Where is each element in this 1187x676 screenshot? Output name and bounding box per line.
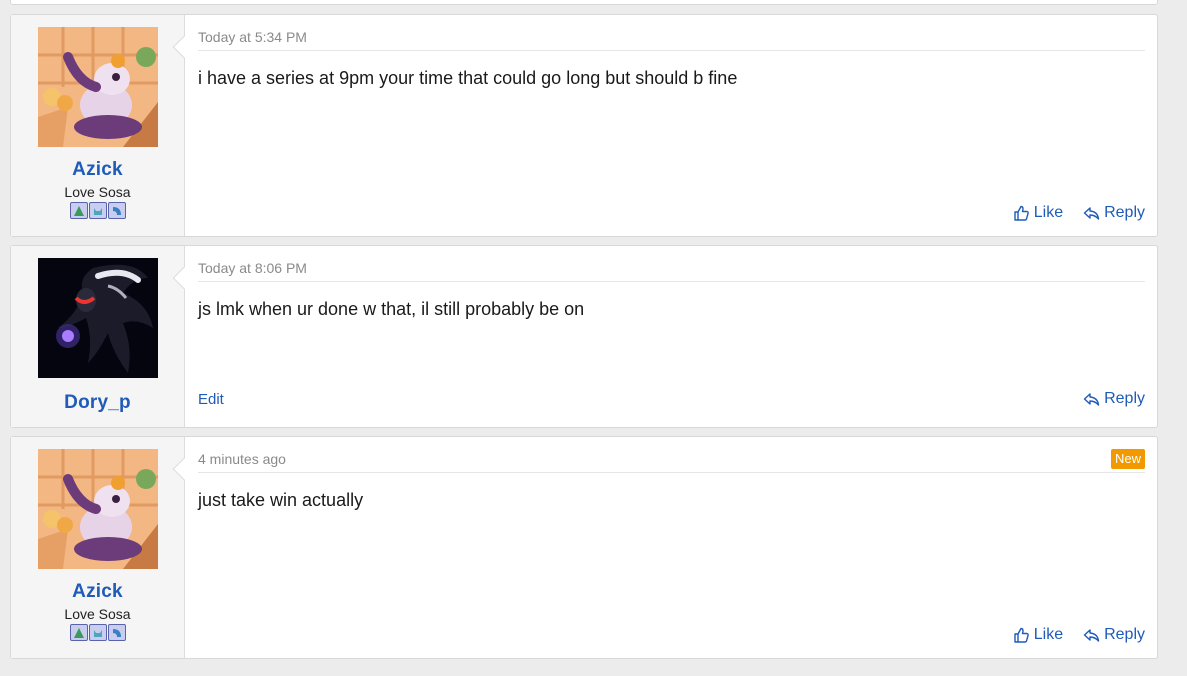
user-banners xyxy=(69,624,126,641)
reply-icon xyxy=(1083,206,1100,220)
reply-button[interactable]: Reply xyxy=(1083,390,1145,408)
post-3: Azick Love Sosa 4 minutes ago New just t… xyxy=(10,436,1158,659)
post-body: 4 minutes ago New just take win actually… xyxy=(172,437,1157,658)
post-actions: Like Reply xyxy=(198,626,1145,644)
leaf-badge-icon xyxy=(69,624,88,641)
post-message: just take win actually xyxy=(198,490,364,510)
reply-button[interactable]: Reply xyxy=(1083,204,1145,222)
reply-label: Reply xyxy=(1104,626,1145,643)
post-actions: Like Reply xyxy=(198,204,1145,222)
username[interactable]: Azick xyxy=(72,159,123,181)
thumbs-up-icon xyxy=(1014,205,1029,221)
post-header: Today at 5:34 PM xyxy=(198,15,1145,51)
reply-label: Reply xyxy=(1104,204,1145,221)
wave-badge-icon xyxy=(107,624,126,641)
reply-button[interactable]: Reply xyxy=(1083,626,1145,644)
user-title: Love Sosa xyxy=(64,606,131,622)
post-timestamp[interactable]: Today at 5:34 PM xyxy=(198,29,307,45)
post-header: Today at 8:06 PM xyxy=(198,246,1145,282)
post-header: 4 minutes ago New xyxy=(198,437,1145,473)
username[interactable]: Dory_p xyxy=(64,392,131,414)
user-banners xyxy=(69,202,126,219)
thumbs-up-icon xyxy=(1014,627,1029,643)
post-message: i have a series at 9pm your time that co… xyxy=(198,68,738,88)
post-body: Today at 5:34 PM i have a series at 9pm … xyxy=(172,15,1157,236)
cat-badge-icon xyxy=(88,202,107,219)
like-label: Like xyxy=(1033,626,1064,643)
like-button[interactable]: Like xyxy=(1013,204,1063,222)
previous-post-edge xyxy=(10,0,1158,5)
post-message: js lmk when ur done w that, il still pro… xyxy=(198,299,585,319)
leaf-badge-icon xyxy=(69,202,88,219)
new-badge: New xyxy=(1110,448,1145,469)
post-user-cell: Azick Love Sosa xyxy=(11,437,185,658)
post-1: Azick Love Sosa Today at 5:34 PM i have … xyxy=(10,14,1158,237)
post-timestamp[interactable]: Today at 8:06 PM xyxy=(198,260,307,276)
reply-label: Reply xyxy=(1104,390,1145,407)
like-button[interactable]: Like xyxy=(1013,626,1063,644)
username[interactable]: Azick xyxy=(72,581,123,603)
reply-icon xyxy=(1083,392,1100,406)
post-body: Today at 8:06 PM js lmk when ur done w t… xyxy=(172,246,1157,427)
edit-button[interactable]: Edit xyxy=(198,391,224,408)
avatar[interactable] xyxy=(37,27,158,147)
avatar[interactable] xyxy=(37,258,158,378)
cat-badge-icon xyxy=(88,624,107,641)
post-actions: Edit Reply xyxy=(198,390,1145,408)
post-timestamp[interactable]: 4 minutes ago xyxy=(198,451,286,467)
reply-icon xyxy=(1083,628,1100,642)
post-user-cell: Azick Love Sosa xyxy=(11,15,185,236)
like-label: Like xyxy=(1033,204,1064,221)
post-2: Dory_p Today at 8:06 PM js lmk when ur d… xyxy=(10,245,1158,428)
user-title: Love Sosa xyxy=(64,184,131,200)
avatar[interactable] xyxy=(37,449,158,569)
post-user-cell: Dory_p xyxy=(11,246,185,427)
wave-badge-icon xyxy=(107,202,126,219)
